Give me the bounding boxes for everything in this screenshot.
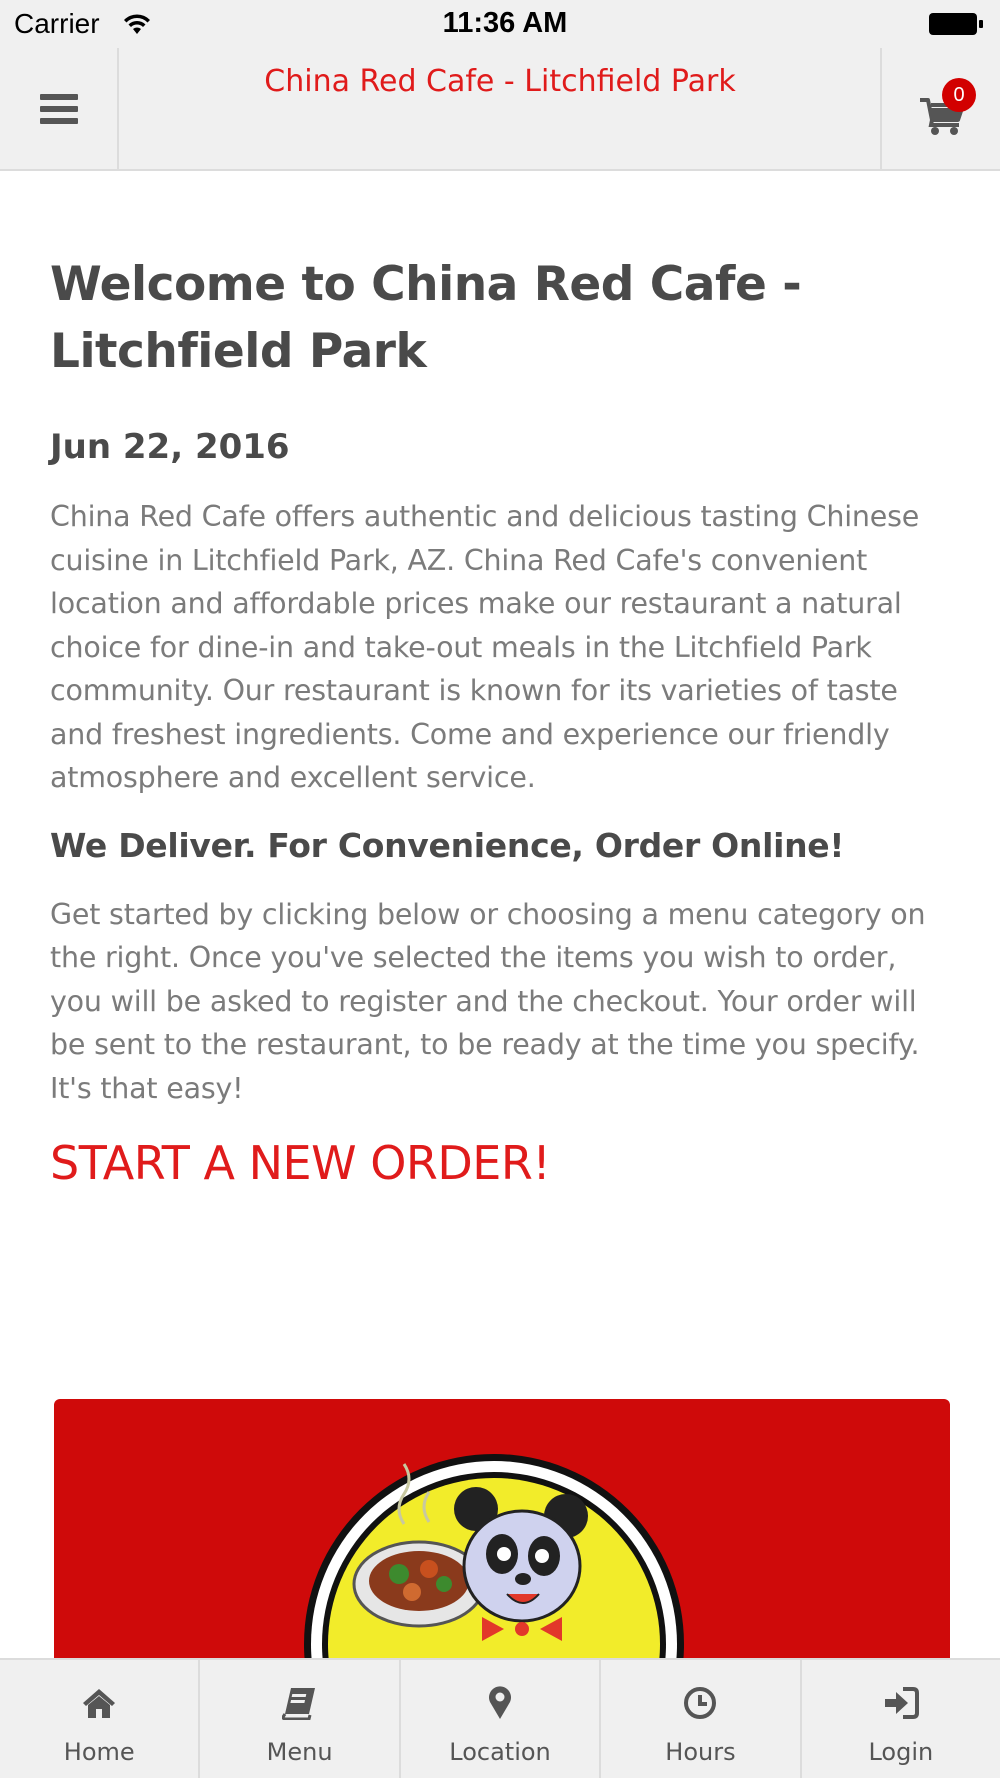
intro-paragraph: China Red Cafe offers authentic and deli… <box>50 500 920 794</box>
restaurant-title: China Red Cafe - Litchfield Park <box>264 64 736 99</box>
tab-hours[interactable]: Hours <box>601 1660 802 1778</box>
start-new-order-link[interactable]: START A NEW ORDER! <box>50 1136 950 1190</box>
tab-location-label: Location <box>449 1738 551 1766</box>
bottom-tab-bar: Home Menu Location Hours Login <box>0 1658 1000 1778</box>
top-nav-bar: China Red Cafe - Litchfield Park 0 <box>0 48 1000 171</box>
delivery-subheading: We Deliver. For Convenience, Order Onlin… <box>50 825 845 865</box>
menu-button[interactable] <box>0 48 119 169</box>
restaurant-banner <box>54 1399 950 1659</box>
main-content: Welcome to China Red Cafe - Litchfield P… <box>50 171 950 1190</box>
tab-menu-label: Menu <box>266 1738 333 1766</box>
tab-login[interactable]: Login <box>802 1660 1000 1778</box>
tab-hours-label: Hours <box>665 1738 736 1766</box>
book-icon <box>281 1688 315 1720</box>
status-bar: Carrier 11:36 AM <box>0 0 1000 48</box>
post-date: Jun 22, 2016 <box>50 427 290 467</box>
tab-menu[interactable]: Menu <box>200 1660 401 1778</box>
clock-icon <box>684 1687 717 1719</box>
tab-home[interactable]: Home <box>0 1660 201 1778</box>
panda-logo <box>304 1454 684 1659</box>
tab-location[interactable]: Location <box>401 1660 602 1778</box>
map-pin-icon <box>489 1686 512 1719</box>
cart-count-badge: 0 <box>942 78 976 112</box>
battery-icon <box>929 13 983 35</box>
welcome-heading: Welcome to China Red Cafe - Litchfield P… <box>50 257 802 379</box>
instructions-paragraph: Get started by clicking below or choosin… <box>50 897 926 1105</box>
home-icon <box>83 1689 116 1718</box>
tab-login-label: Login <box>868 1738 934 1766</box>
cart-button[interactable]: 0 <box>880 48 1000 169</box>
sign-in-icon <box>884 1687 919 1719</box>
hamburger-icon <box>39 92 78 126</box>
status-time: 11:36 AM <box>442 7 568 39</box>
tab-home-label: Home <box>63 1738 135 1766</box>
